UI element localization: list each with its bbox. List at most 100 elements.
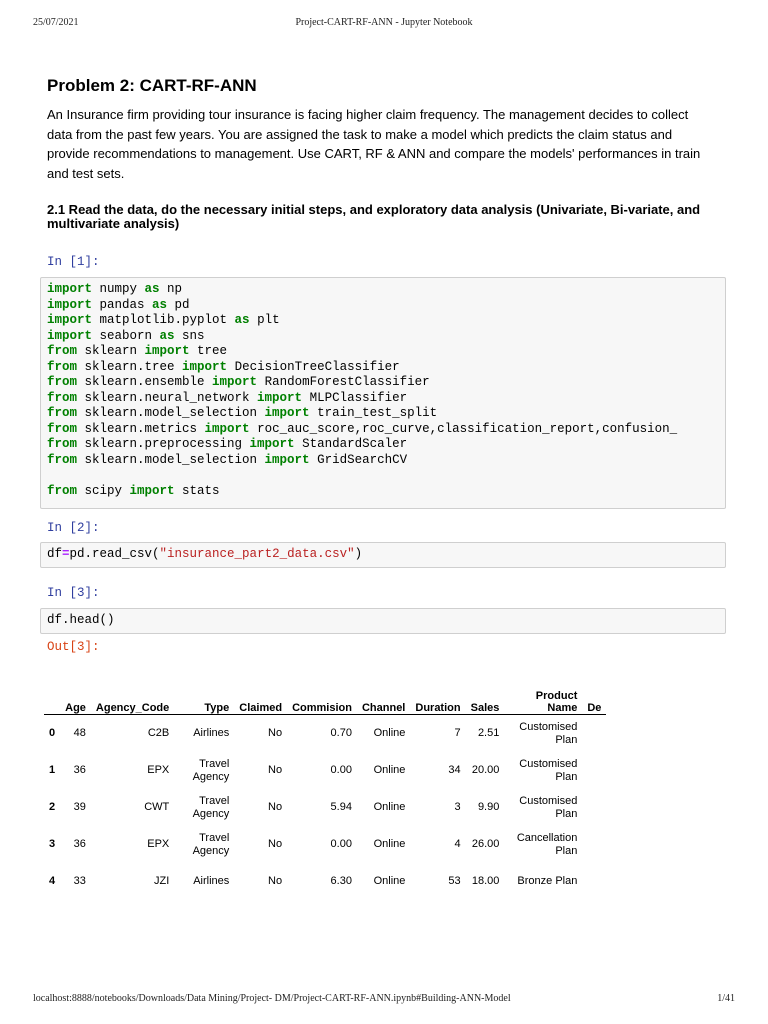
code-token: train_test_split [309, 406, 438, 420]
code-cell[interactable]: import numpy as np import pandas as pd imp… [40, 277, 726, 509]
code-token: pd.read_csv( [69, 547, 160, 561]
code-token: RandomForestClassifier [257, 375, 430, 389]
table-cell: Online [373, 801, 406, 813]
code-keyword: from [47, 421, 78, 436]
code-token: roc_auc_score,roc_curve,classification_r… [249, 421, 678, 436]
table-cell: 9.90 [477, 801, 500, 813]
cell-prompt: In [2]: [47, 521, 100, 535]
table-cell: Airlines [193, 727, 230, 739]
table-cell: 33 [73, 875, 86, 887]
table-cell: 36 [73, 764, 86, 776]
code-keyword: import [47, 282, 93, 296]
column-header [44, 678, 61, 715]
code-keyword: from [47, 344, 78, 358]
table-cell: 3 [454, 801, 461, 813]
code-keyword: import [204, 421, 250, 436]
code-keyword: import [257, 390, 303, 405]
code-token: np [159, 282, 183, 296]
code-keyword: from [47, 390, 78, 405]
code-token: sklearn.model_selection [77, 406, 265, 420]
code-token: plt [249, 313, 280, 327]
code-token: sns [174, 328, 205, 343]
code-token: numpy [92, 282, 145, 296]
code-token: scipy [77, 483, 130, 498]
code-cell[interactable]: df.head() [40, 608, 726, 634]
code-line: df=pd.read_csv("insurance_part2_data.csv… [47, 547, 719, 563]
table-cell: 18.00 [471, 875, 500, 887]
code-cell[interactable]: df=pd.read_csv("insurance_part2_data.csv… [40, 542, 726, 568]
table-cell [582, 789, 606, 826]
table-cell: Customised Plan [519, 757, 578, 783]
column-header: Commision [287, 678, 357, 715]
code-line: from sklearn.model_selection import Grid… [47, 453, 719, 469]
table-cell: Airlines [193, 875, 230, 887]
table-cell: 36 [73, 838, 86, 850]
code-token: sklearn.model_selection [77, 452, 265, 467]
table-cell: Online [373, 875, 406, 887]
cell-prompt: In [1]: [47, 255, 100, 269]
table-cell: Online [373, 764, 406, 776]
code-line: from sklearn.neural_network import MLPCl… [47, 391, 719, 407]
table-cell: Customised Plan [519, 794, 578, 820]
code-string: "insurance_part2_data.csv" [159, 547, 355, 561]
table-cell: 39 [73, 801, 86, 813]
table-cell: 20.00 [471, 764, 500, 776]
table-cell: 34 [448, 764, 461, 776]
table-cell: 48 [73, 727, 86, 739]
code-keyword: as [234, 313, 250, 327]
table-cell: 5.94 [330, 801, 352, 813]
code-keyword: import [182, 359, 228, 374]
code-keyword: from [47, 483, 78, 498]
column-header: Agency_Code [90, 678, 175, 715]
table-cell: 6.30 [330, 875, 352, 887]
column-header: Duration [410, 678, 466, 715]
table-cell: Cancellation Plan [516, 831, 578, 857]
table-cell [582, 752, 606, 789]
code-keyword: from [47, 359, 78, 374]
code-token: sklearn.neural_network [77, 390, 258, 405]
table-cell: JZI [153, 875, 170, 887]
code-token: pandas [92, 297, 153, 312]
table-cell: 4 [49, 875, 56, 887]
code-keyword: import [264, 452, 310, 467]
table-row: 0 48 C2B Airlines No 0.70 Online 7 2.51 Customise… [44, 715, 606, 753]
code-line: from sklearn import tree [47, 344, 719, 360]
code-keyword: from [47, 437, 78, 451]
code-keyword: as [152, 297, 168, 312]
page-title: Problem 2: CART-RF-ANN [47, 76, 257, 95]
code-token: DecisionTreeClassifier [227, 359, 400, 374]
table-cell: 0.00 [330, 838, 352, 850]
print-title: Project-CART-RF-ANN - Jupyter Notebook [295, 17, 473, 28]
table-cell: Online [373, 838, 406, 850]
code-token: seaborn [92, 328, 160, 343]
table-cell: No [268, 838, 283, 850]
table-cell: C2B [147, 727, 170, 739]
column-header: Claimed [234, 678, 288, 715]
code-token: ) [354, 547, 363, 561]
table-cell: Bronze Plan [517, 875, 578, 887]
code-line: from sklearn.metrics import roc_auc_scor… [47, 422, 719, 438]
code-keyword: import [47, 313, 93, 327]
code-token: sklearn.metrics [77, 421, 205, 436]
table-cell [582, 863, 606, 888]
cell-prompt: In [3]: [47, 586, 100, 600]
code-keyword: import [144, 344, 190, 358]
table-cell: Travel Agency [192, 831, 230, 857]
print-page-number: 1/41 [717, 993, 735, 1004]
code-line [47, 468, 719, 484]
code-token: df [47, 547, 63, 561]
table-row: 4 33 JZI Airlines No 6.30 Online 53 18.00 Bronze … [44, 863, 606, 888]
dataframe-table: Age Agency_Code Type Claimed Commision Channe… [44, 678, 607, 888]
code-keyword: as [159, 328, 175, 343]
intro-text: An Insurance firm providing tour insuran… [47, 107, 701, 181]
table-cell: 26.00 [471, 838, 500, 850]
table-cell: No [268, 875, 283, 887]
table-cell: 53 [448, 875, 461, 887]
table-cell [582, 826, 606, 863]
code-keyword: import [129, 483, 175, 498]
column-header: Type [174, 678, 235, 715]
code-token: GridSearchCV [309, 452, 408, 467]
section-heading: 2.1 Read the data, do the necessary init… [47, 202, 701, 231]
table-cell: 1 [49, 764, 56, 776]
code-line: df.head() [47, 613, 719, 629]
